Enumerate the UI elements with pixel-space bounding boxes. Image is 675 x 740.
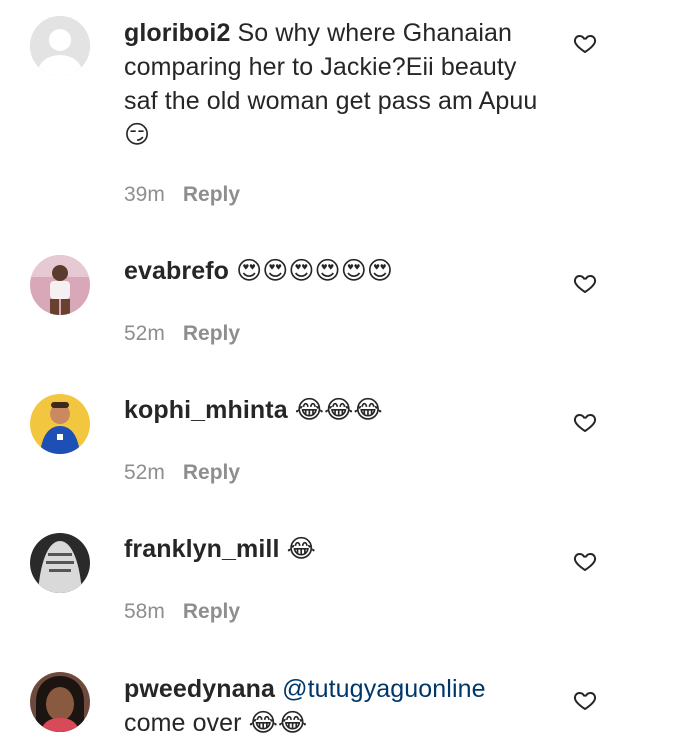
comment-text: come over (124, 709, 242, 737)
user-photo (30, 672, 90, 732)
user-photo (30, 394, 90, 454)
avatar[interactable] (30, 533, 90, 593)
laughing-emoji-icon: 😂 (286, 534, 316, 563)
comment-body: gloriboi2 So why where Ghanaian comparin… (124, 16, 544, 152)
comment-username[interactable]: pweedynana (124, 675, 275, 703)
avatar[interactable] (30, 394, 90, 454)
heart-icon[interactable] (573, 271, 597, 295)
heart-eyes-emoji-icon: 😍😍😍😍😍😍 (236, 256, 394, 285)
comment-body: pweedynana @tutugyaguonline come over 😂😂 (124, 672, 544, 740)
comment-body: franklyn_mill 😂 (124, 532, 544, 566)
comment-meta: 52m Reply (124, 322, 240, 346)
comment-time: 58m (124, 600, 165, 623)
smirk-emoji-icon: 😏 (124, 120, 151, 149)
comment-meta: 39m Reply (124, 183, 240, 207)
comment-username[interactable]: evabrefo (124, 257, 229, 285)
avatar[interactable] (30, 255, 90, 315)
comment-meta: 58m Reply (124, 600, 240, 624)
reply-button[interactable]: Reply (183, 322, 240, 345)
heart-icon[interactable] (573, 549, 597, 573)
comment-time: 39m (124, 183, 165, 206)
reply-button[interactable]: Reply (183, 600, 240, 623)
avatar[interactable] (30, 672, 90, 732)
heart-icon[interactable] (573, 31, 597, 55)
comment-body: evabrefo 😍😍😍😍😍😍 (124, 254, 544, 288)
comment-username[interactable]: franklyn_mill (124, 535, 280, 563)
heart-icon[interactable] (573, 688, 597, 712)
user-photo (30, 533, 90, 593)
comment-body: kophi_mhinta 😂😂😂 (124, 393, 544, 427)
comment-username[interactable]: kophi_mhinta (124, 396, 288, 424)
comment-meta: 52m Reply (124, 461, 240, 485)
avatar[interactable] (30, 16, 90, 76)
default-avatar-icon (30, 16, 90, 76)
user-photo (30, 255, 90, 315)
reply-button[interactable]: Reply (183, 461, 240, 484)
laughing-emoji-icon: 😂😂😂 (294, 395, 383, 424)
heart-icon[interactable] (573, 410, 597, 434)
comment-username[interactable]: gloriboi2 (124, 19, 230, 47)
comment-time: 52m (124, 461, 165, 484)
laughing-emoji-icon: 😂😂 (248, 708, 308, 737)
mention-link[interactable]: @tutugyaguonline (282, 675, 486, 703)
reply-button[interactable]: Reply (183, 183, 240, 206)
comment-time: 52m (124, 322, 165, 345)
